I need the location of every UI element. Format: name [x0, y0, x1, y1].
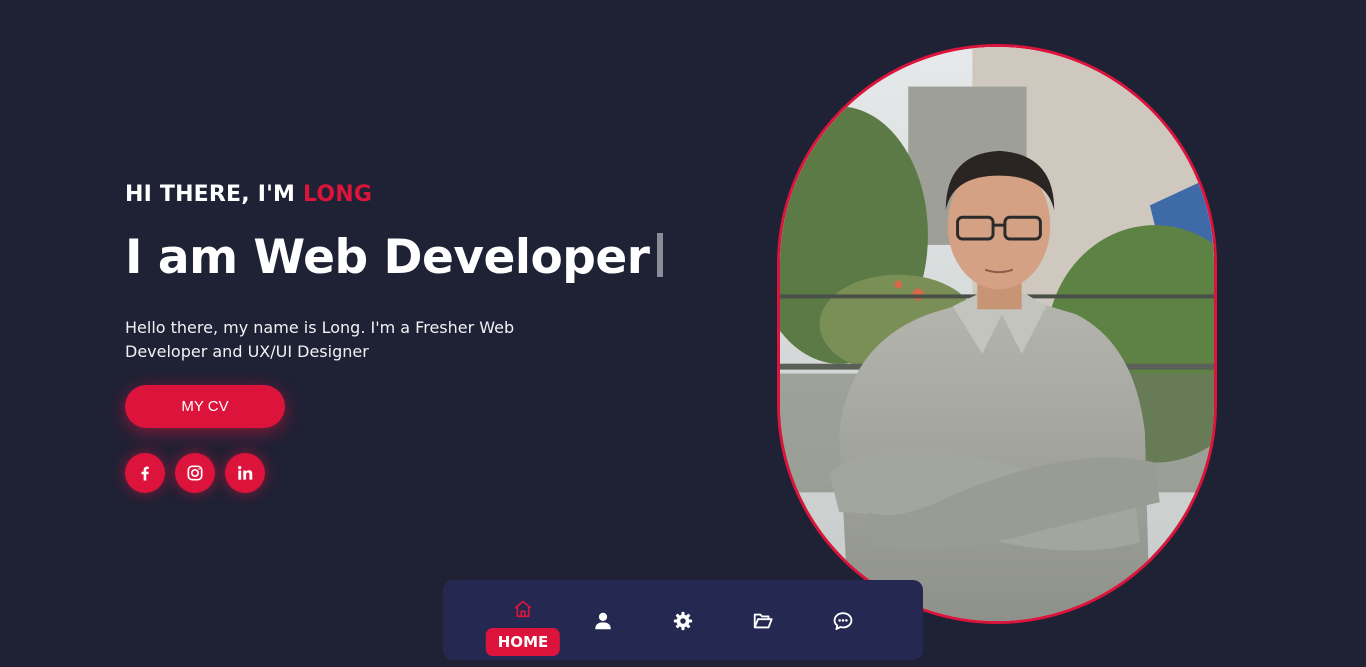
profile-photo — [777, 44, 1217, 624]
instagram-icon — [187, 465, 203, 481]
social-links — [125, 453, 685, 493]
nav-item-about[interactable] — [585, 598, 621, 642]
headline-text: I am Web Developer — [125, 230, 650, 285]
greeting-name: LONG — [302, 182, 373, 207]
facebook-link[interactable] — [125, 453, 165, 493]
bottom-navigation: HOME — [443, 580, 923, 660]
greeting: HI THERE, I'M LONG — [125, 180, 685, 210]
gear-icon — [673, 611, 693, 631]
user-icon — [595, 612, 611, 630]
facebook-icon — [141, 466, 149, 481]
nav-item-home[interactable]: HOME — [485, 598, 561, 656]
typing-caret — [657, 233, 664, 277]
intro-text: Hello there, my name is Long. I'm a Fres… — [125, 318, 515, 361]
headline: I am Web Developer — [125, 228, 685, 288]
my-cv-button[interactable]: MY CV — [125, 385, 285, 428]
profile-photo-illustration — [780, 47, 1214, 621]
nav-item-services[interactable] — [665, 598, 701, 642]
landing-page: HI THERE, I'M LONG I am Web Developer He… — [0, 0, 1366, 667]
instagram-link[interactable] — [175, 453, 215, 493]
hero-section: HI THERE, I'M LONG I am Web Developer He… — [125, 180, 685, 493]
linkedin-icon — [238, 466, 253, 480]
nav-item-home-label: HOME — [485, 628, 561, 656]
nav-item-contact[interactable] — [825, 598, 861, 642]
chat-icon — [833, 612, 853, 630]
folder-open-icon — [753, 613, 773, 629]
home-icon — [514, 600, 532, 618]
linkedin-link[interactable] — [225, 453, 265, 493]
greeting-prefix: HI THERE, I'M — [125, 182, 303, 207]
nav-item-portfolio[interactable] — [745, 598, 781, 642]
